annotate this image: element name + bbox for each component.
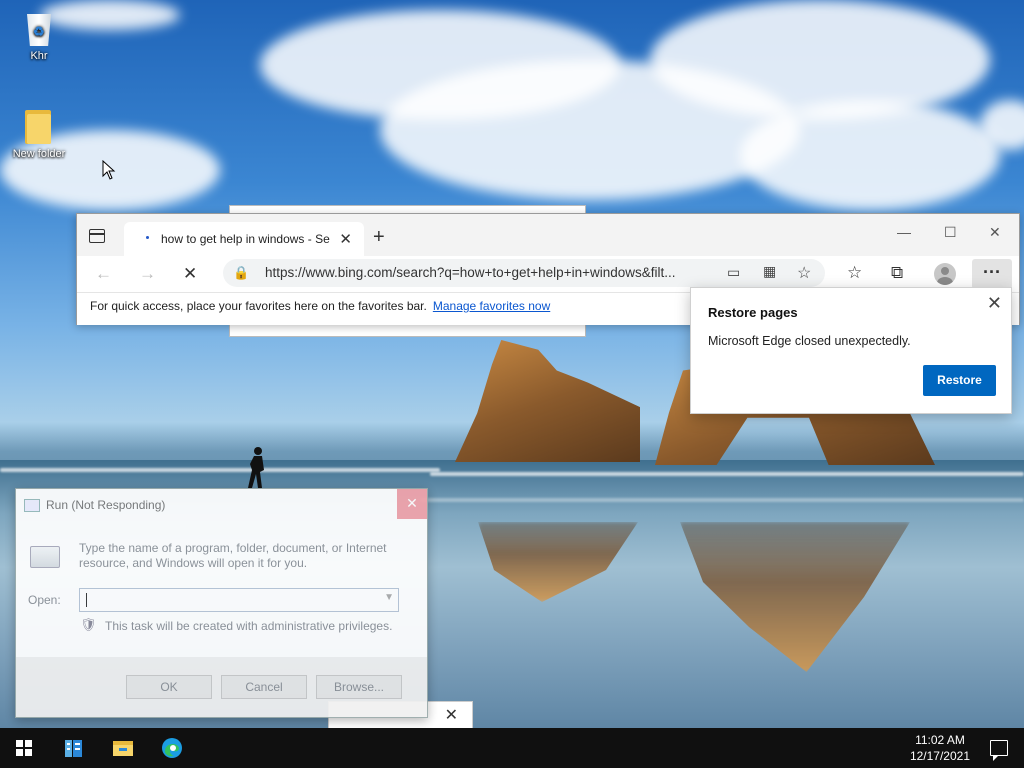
dialog-title: Run (Not Responding) xyxy=(46,498,166,512)
close-icon[interactable]: ✕ xyxy=(445,705,458,725)
shield-icon: 🛡 xyxy=(80,617,97,632)
restore-button[interactable]: Restore xyxy=(923,365,996,396)
dialog-close-icon[interactable]: ✕ xyxy=(397,489,427,519)
immersive-reader-icon[interactable]: ▭ xyxy=(727,264,740,281)
popup-title: Restore pages xyxy=(708,305,798,320)
folder-icon xyxy=(25,108,53,144)
tab-close-icon[interactable]: ✕ xyxy=(339,230,352,248)
tab-strip: how to get help in windows - Se ✕ + — ☐ … xyxy=(77,214,1019,256)
admin-privileges-note: This task will be created with administr… xyxy=(105,619,393,633)
mouse-cursor-icon xyxy=(102,160,116,180)
dialog-footer: OK Cancel Browse... xyxy=(16,657,427,717)
clock-time: 11:02 AM xyxy=(915,733,965,747)
open-input[interactable]: ▼ xyxy=(79,588,399,612)
file-explorer-icon[interactable] xyxy=(111,736,135,760)
cancel-button[interactable]: Cancel xyxy=(221,675,307,699)
desktop-icon-recycle-bin[interactable]: ♻ Khr xyxy=(4,10,74,62)
browser-tab[interactable]: how to get help in windows - Se ✕ xyxy=(124,222,364,256)
lock-icon[interactable]: 🔒 xyxy=(233,265,249,281)
dropdown-arrow-icon[interactable]: ▼ xyxy=(384,592,394,603)
start-button[interactable] xyxy=(16,740,32,756)
ok-button[interactable]: OK xyxy=(126,675,212,699)
text-caret xyxy=(86,593,87,607)
forward-icon[interactable]: → xyxy=(139,264,156,284)
run-app-icon xyxy=(30,546,60,568)
loading-dot-icon xyxy=(146,236,149,239)
wave xyxy=(430,472,1024,476)
server-manager-icon[interactable] xyxy=(62,736,86,760)
settings-more-icon[interactable]: ··· xyxy=(972,259,1012,289)
browse-button[interactable]: Browse... xyxy=(316,675,402,699)
desktop-icon-label: New folder xyxy=(12,148,66,160)
cloud xyxy=(650,0,990,120)
address-bar[interactable]: 🔒 https://www.bing.com/search?q=how+to+g… xyxy=(223,259,825,287)
window-close-icon[interactable]: ✕ xyxy=(989,224,1001,241)
minimize-icon[interactable]: — xyxy=(897,224,911,240)
runner-silhouette xyxy=(248,447,264,488)
profile-avatar-icon[interactable] xyxy=(934,263,956,285)
clock-date: 12/17/2021 xyxy=(909,749,970,763)
rock-left xyxy=(455,340,640,462)
run-description: Type the name of a program, folder, docu… xyxy=(79,541,387,570)
wave xyxy=(0,468,440,472)
wave xyxy=(420,498,1024,502)
stop-loading-icon[interactable]: ✕ xyxy=(183,264,197,284)
run-title-icon xyxy=(24,499,40,512)
back-icon[interactable]: ← xyxy=(95,264,112,284)
desktop-icon-label: Khr xyxy=(30,50,48,62)
apps-icon[interactable]: ▦ xyxy=(763,263,776,280)
recycle-bin-icon: ♻ xyxy=(23,10,55,46)
notification-center-icon[interactable] xyxy=(990,740,1008,761)
address-url[interactable]: https://www.bing.com/search?q=how+to+get… xyxy=(265,265,711,280)
maximize-icon[interactable]: ☐ xyxy=(944,224,957,241)
collections-icon[interactable]: ⧉ xyxy=(891,263,903,283)
cloud xyxy=(740,100,1000,210)
open-label: Open: xyxy=(28,593,61,607)
tab-title: how to get help in windows - Se xyxy=(161,232,330,246)
favorites-bar-hint: For quick access, place your favorites h… xyxy=(90,299,551,313)
tab-actions-icon[interactable] xyxy=(89,229,105,243)
popup-message: Microsoft Edge closed unexpectedly. xyxy=(708,334,911,348)
desktop-icon-new-folder[interactable]: New folder xyxy=(4,108,74,160)
new-tab-icon[interactable]: + xyxy=(373,226,385,249)
edge-icon[interactable] xyxy=(160,736,184,760)
add-favorite-icon[interactable]: ☆ xyxy=(797,263,811,283)
favorites-icon[interactable]: ☆ xyxy=(847,263,862,283)
restore-pages-popup: Restore pages ✕ Microsoft Edge closed un… xyxy=(690,287,1012,414)
system-clock[interactable]: 11:02 AM 12/17/2021 xyxy=(910,732,970,764)
run-dialog: Run (Not Responding) ✕ Type the name of … xyxy=(15,488,428,718)
popup-close-icon[interactable]: ✕ xyxy=(987,293,1002,314)
taskbar: 11:02 AM 12/17/2021 xyxy=(0,728,1024,768)
manage-favorites-link[interactable]: Manage favorites now xyxy=(433,299,550,313)
